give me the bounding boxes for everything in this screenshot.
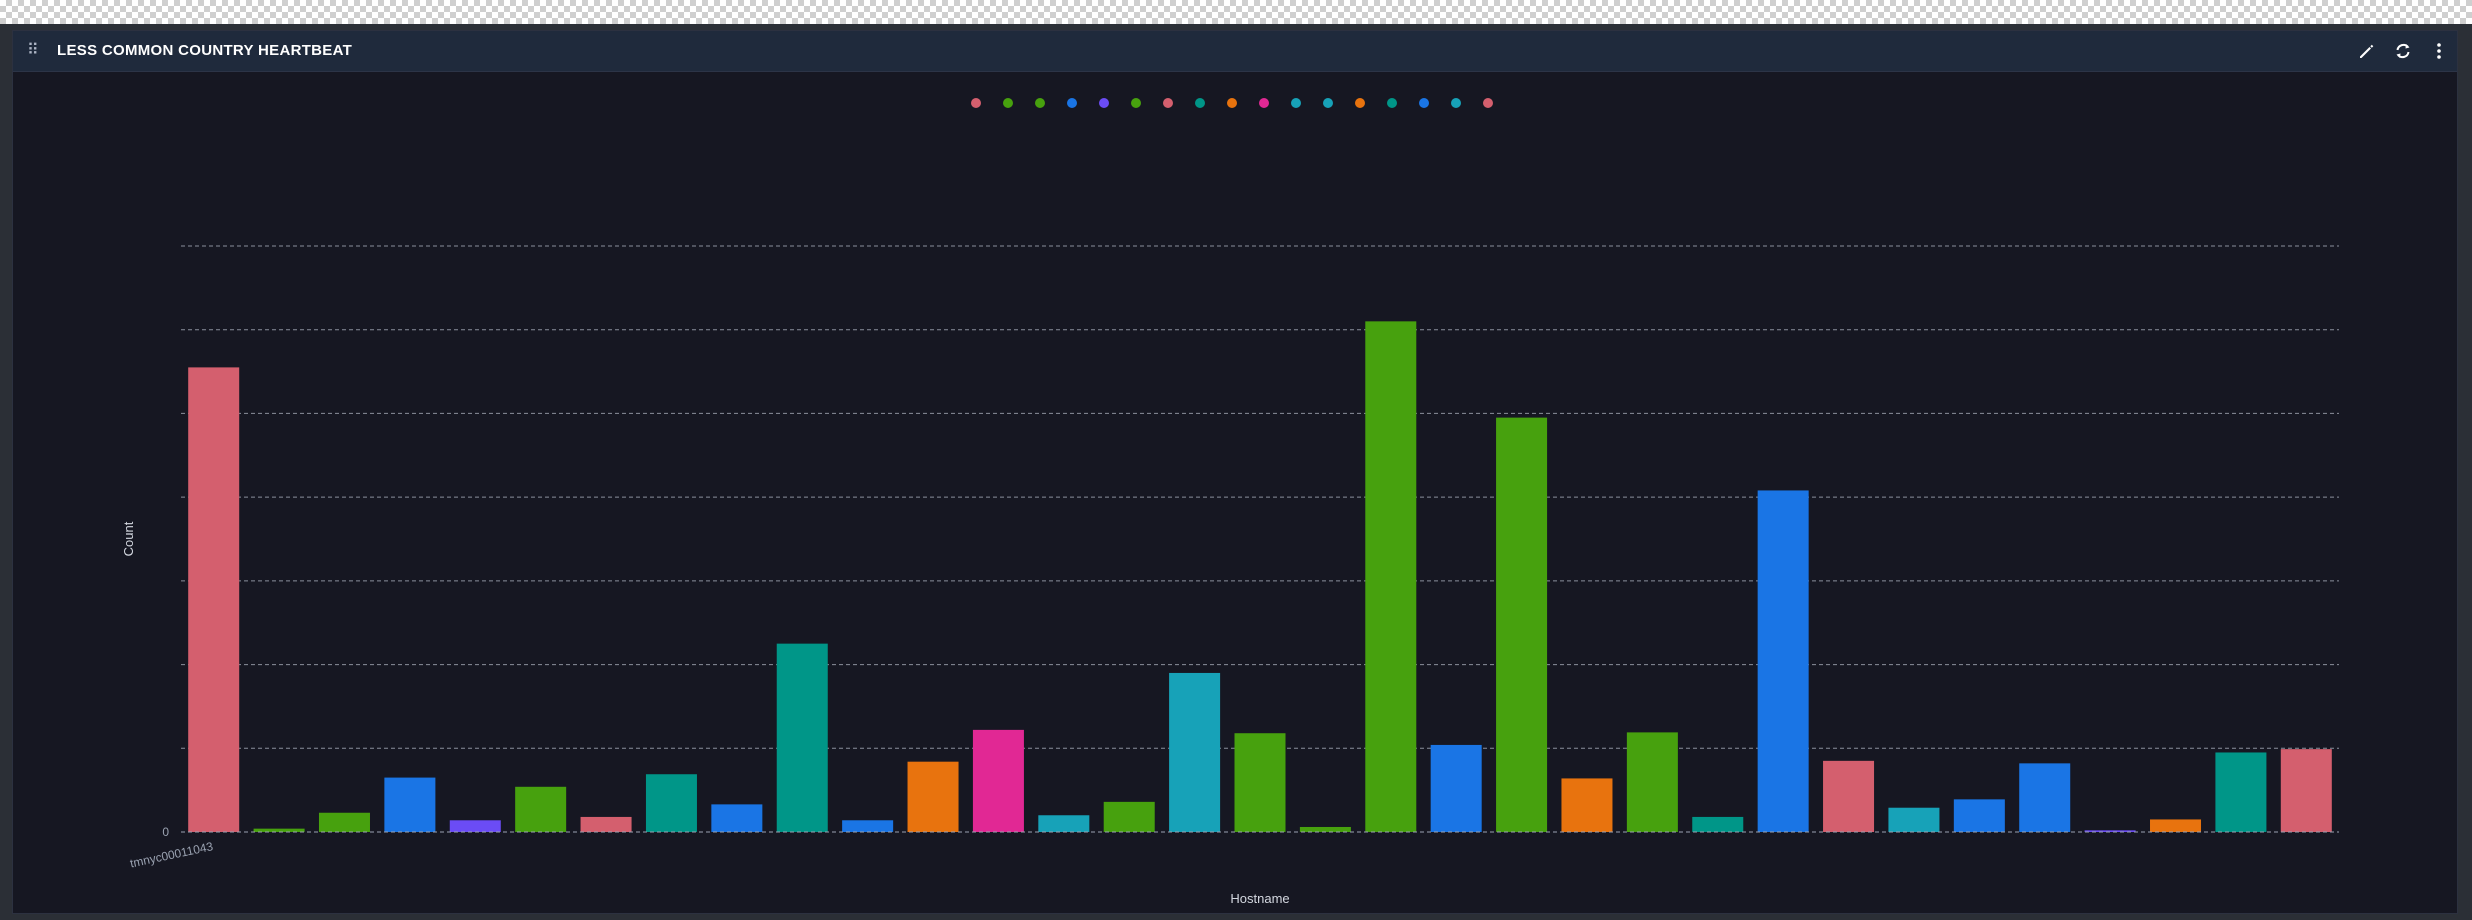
bar[interactable] [1038,815,1090,832]
bar[interactable] [2150,819,2202,832]
bar[interactable] [580,816,632,832]
bar[interactable] [1953,799,2005,832]
bar[interactable] [253,828,305,832]
y-axis-ticks: 0 [162,825,169,839]
bar[interactable] [1692,816,1744,832]
bar[interactable] [1299,826,1351,832]
bar[interactable] [188,367,240,832]
bar[interactable] [1365,321,1417,832]
y-axis-title: Count [121,521,136,556]
bar-chart: 0 tmnyc00011043 Count Hostname [121,245,2339,906]
bar[interactable] [2280,749,2332,832]
bar[interactable] [1169,672,1221,832]
bar[interactable] [1888,807,1940,832]
chart-panel: ⠿ LESS COMMON COUNTRY HEARTBEAT 0 tmnyc0… [12,30,2458,914]
bar[interactable] [645,774,697,832]
bar[interactable] [1626,732,1678,832]
bar[interactable] [1496,417,1548,832]
y-tick-label: 0 [162,825,169,839]
bar[interactable] [384,777,436,832]
bar[interactable] [1234,733,1286,832]
bar[interactable] [842,820,894,832]
bar[interactable] [2215,752,2267,832]
bar[interactable] [1430,744,1482,832]
bar[interactable] [2019,763,2071,832]
bar[interactable] [1823,760,1875,832]
bar[interactable] [318,812,370,832]
x-tick-label: tmnyc00011043 [129,839,215,870]
bars [188,321,2332,832]
bar[interactable] [1561,778,1613,832]
bar[interactable] [972,729,1024,832]
x-axis-title: Hostname [1230,891,1289,906]
bar[interactable] [515,786,567,832]
bar[interactable] [776,643,828,832]
bar[interactable] [907,761,959,832]
gridlines [181,245,2339,749]
bar[interactable] [711,804,763,832]
bar[interactable] [449,820,501,832]
x-axis-ticks: tmnyc00011043 [129,839,215,870]
bar[interactable] [1103,801,1155,832]
bar[interactable] [1757,490,1809,832]
